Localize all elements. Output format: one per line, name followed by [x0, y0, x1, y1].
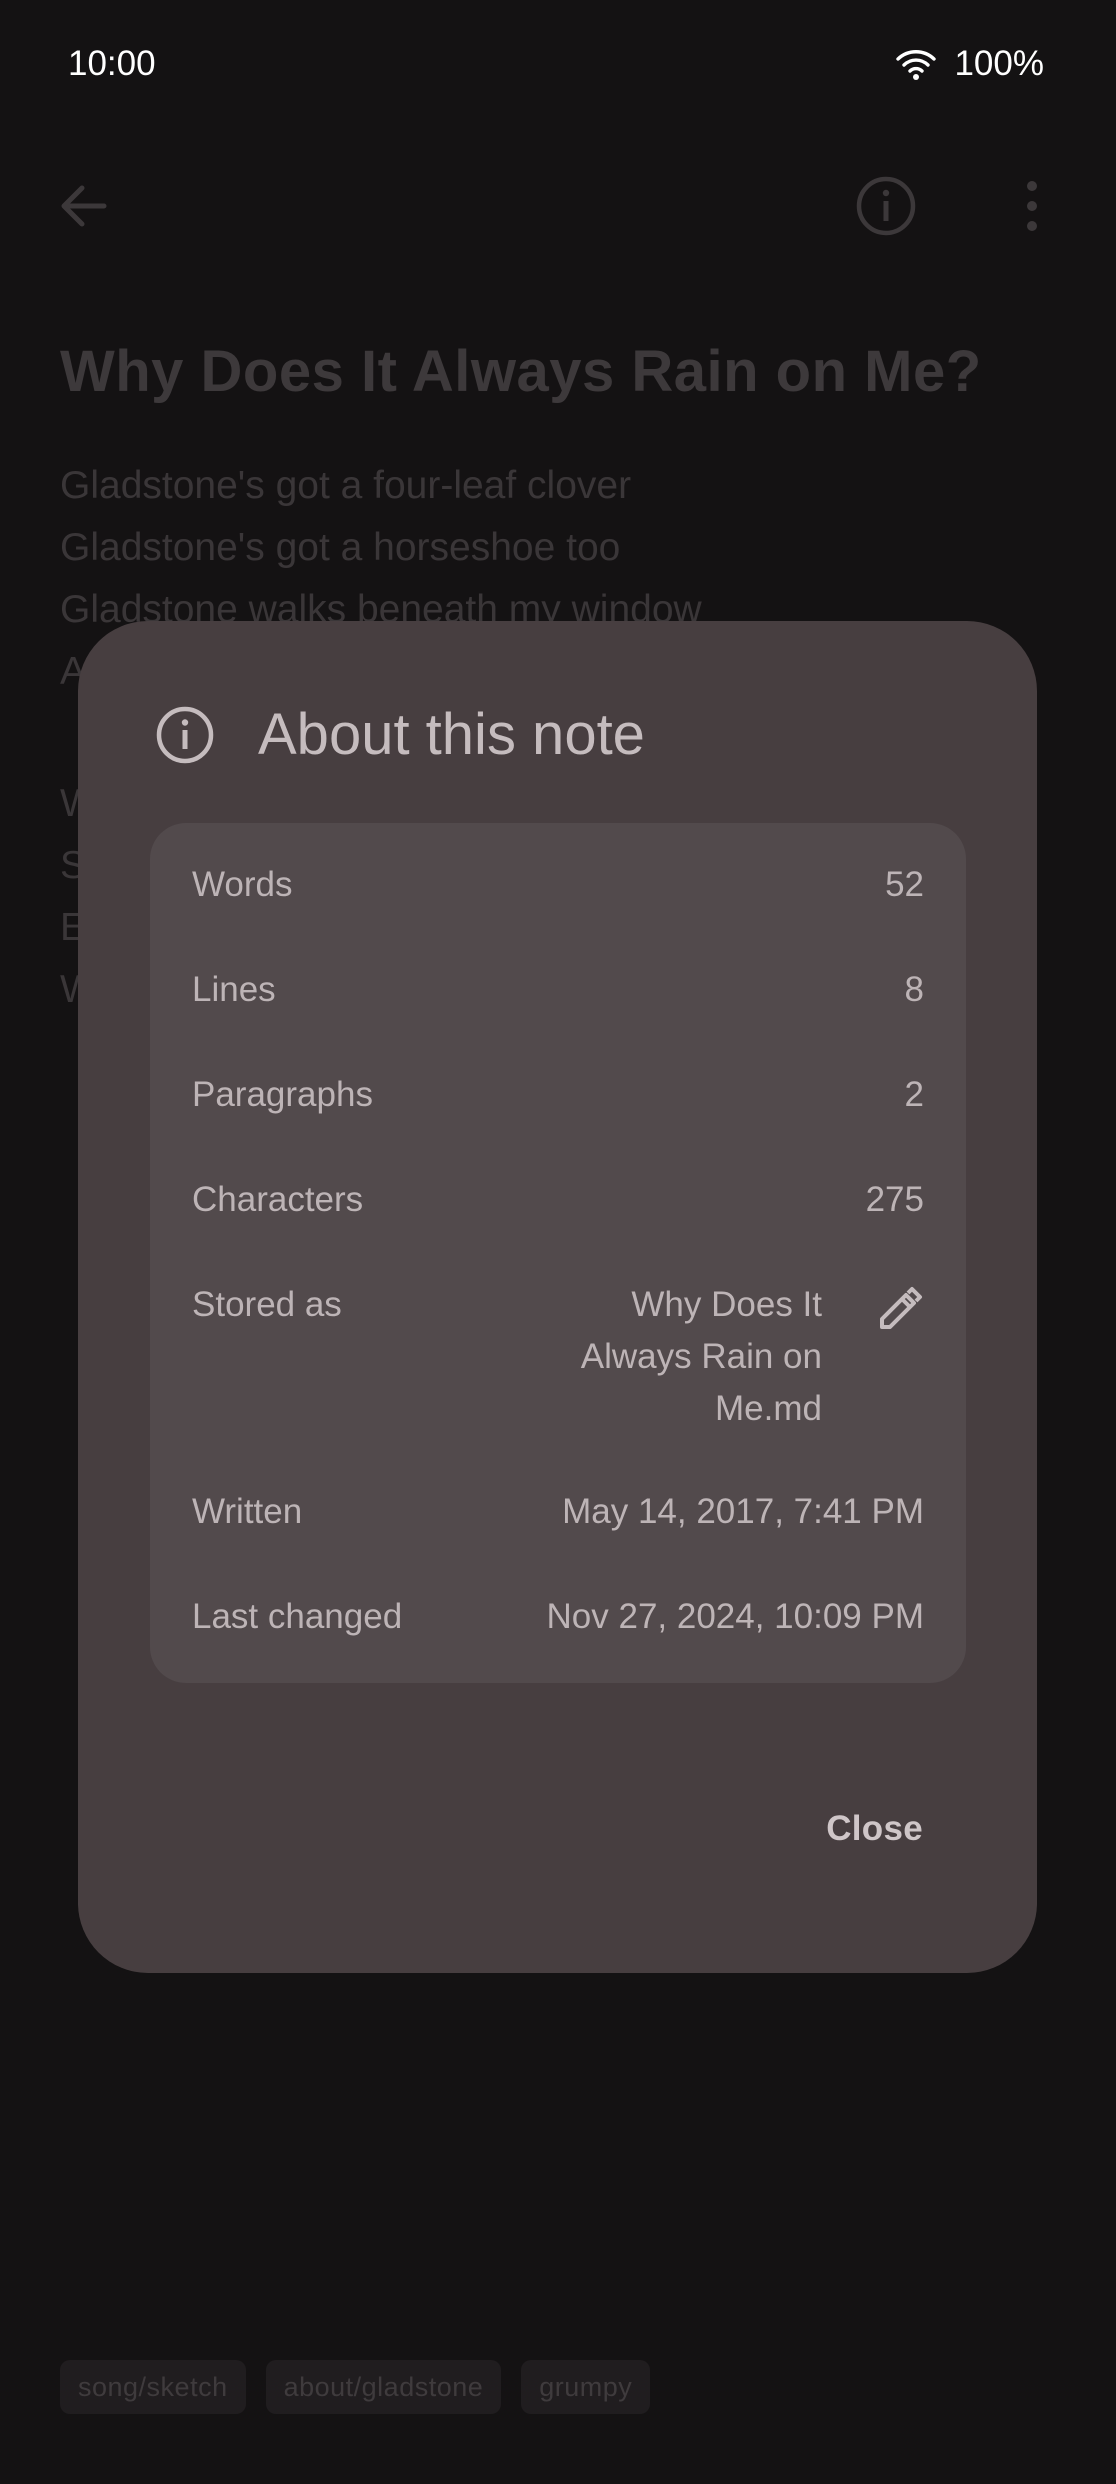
- row-value: 8: [904, 970, 924, 1009]
- row-value: 2: [904, 1075, 924, 1114]
- close-button[interactable]: Close: [826, 1809, 923, 1849]
- row-label: Characters: [192, 1180, 364, 1219]
- row-label: Stored as: [192, 1285, 342, 1324]
- file-name: Why Does It Always Rain on Me.md: [580, 1285, 822, 1428]
- row-label: Last changed: [192, 1597, 403, 1636]
- tag-chip[interactable]: song/sketch: [60, 2360, 246, 2414]
- more-vert-icon[interactable]: [998, 172, 1066, 240]
- note-line: Gladstone's got a four-leaf clover: [60, 464, 632, 507]
- pencil-icon[interactable]: [874, 1285, 924, 1335]
- tag-list: song/sketch about/gladstone grumpy: [60, 2360, 651, 2414]
- row-value: 52: [885, 865, 924, 904]
- row-value: 275: [865, 1180, 924, 1219]
- tag-chip[interactable]: grumpy: [521, 2360, 651, 2414]
- tag-chip[interactable]: about/gladstone: [265, 2360, 502, 2414]
- note-title[interactable]: Why Does It Always Rain on Me?: [60, 338, 982, 405]
- arrow-back-icon[interactable]: [50, 172, 118, 240]
- note-line: Gladstone's got a horseshoe too: [60, 526, 621, 569]
- about-note-dialog: About this note Words 52 Lines 8 Paragra…: [78, 621, 1037, 1973]
- screen: 10:00 100% Why Does It Always Rain on Me…: [0, 0, 1116, 2484]
- row-stored-as: Stored as Why Does It Always Rain on Me.…: [192, 1285, 924, 1445]
- info-icon[interactable]: [852, 172, 920, 240]
- info-icon: [156, 706, 214, 763]
- row-value: May 14, 2017, 7:41 PM: [562, 1492, 924, 1531]
- row-label: Words: [192, 865, 293, 904]
- row-label: Lines: [192, 970, 276, 1009]
- dialog-header: About this note: [154, 701, 645, 768]
- row-value: Nov 27, 2024, 10:09 PM: [546, 1597, 924, 1636]
- dialog-title: About this note: [258, 702, 645, 767]
- row-label: Paragraphs: [192, 1075, 373, 1114]
- row-label: Written: [192, 1492, 303, 1531]
- note-info-card: Words 52 Lines 8 Paragraphs 2 Characters…: [150, 823, 966, 1683]
